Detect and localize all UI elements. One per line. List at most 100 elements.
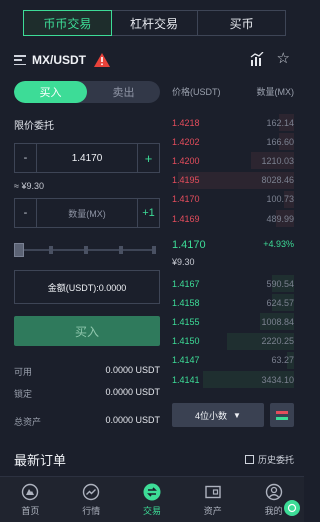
total-assets-label: 总资产	[14, 417, 42, 427]
price-cny-equivalent: ≈ ¥9.30	[14, 181, 44, 191]
orderbook-layout-toggle-icon[interactable]	[270, 403, 294, 427]
caret-down-icon: ▼	[233, 410, 241, 420]
percentage-slider[interactable]	[14, 238, 160, 262]
bid-price: 1.4150	[172, 336, 200, 347]
chart-icon[interactable]	[250, 52, 264, 66]
tab-spot-trading[interactable]: 币币交易	[23, 10, 112, 36]
bid-row[interactable]: 1.4150 2220.25	[172, 332, 294, 351]
bid-row[interactable]: 1.4158 624.57	[172, 293, 294, 312]
locked-value: 0.0000 USDT	[105, 387, 160, 397]
locked-balance-row: 锁定 0.0000 USDT	[14, 387, 160, 400]
precision-dropdown[interactable]: 4位小数 ▼	[172, 403, 264, 427]
locked-label: 锁定	[14, 389, 33, 399]
tab-buy-coin[interactable]: 买币	[198, 11, 285, 35]
nav-home-label: 首页	[21, 505, 40, 516]
bid-quantity: 1008.84	[261, 316, 294, 327]
ask-price: 1.4218	[172, 117, 200, 128]
ask-row[interactable]: 1.4218 162.14	[172, 113, 294, 132]
bid-row[interactable]: 1.4147 63.27	[172, 351, 294, 370]
price-decrease-button[interactable]: -	[15, 144, 37, 172]
pair-name[interactable]: MX/USDT	[32, 53, 86, 67]
favorite-star-icon[interactable]: ☆	[277, 51, 290, 67]
wallet-icon	[205, 485, 221, 498]
ask-row[interactable]: 1.4202 166.60	[172, 132, 294, 151]
order-history-link[interactable]: 历史委托	[244, 453, 294, 466]
bid-row[interactable]: 1.4141 3434.10	[172, 370, 294, 389]
ask-row[interactable]: 1.4169 489.99	[172, 209, 294, 228]
bottom-navigation: 首页 行情 交易 资产 我的	[0, 476, 304, 522]
nav-market[interactable]: 行情	[61, 477, 122, 522]
last-price: 1.4170	[172, 239, 206, 251]
trade-icon	[143, 483, 161, 500]
sell-tab[interactable]: 卖出	[87, 81, 160, 103]
bid-price: 1.4147	[172, 355, 200, 366]
price-stepper: - 1.4170 +	[14, 143, 160, 173]
market-icon	[82, 483, 100, 500]
orderbook-header: 价格(USDT) 数量(MX)	[172, 85, 294, 98]
nav-market-label: 行情	[82, 505, 101, 516]
price-increase-button[interactable]: +	[137, 144, 159, 172]
ask-row[interactable]: 1.4195 8028.46	[172, 171, 294, 190]
quantity-decrease-button[interactable]: -	[15, 199, 37, 227]
recent-orders-title: 最新订单	[14, 453, 67, 468]
profile-icon	[265, 483, 282, 500]
total-assets-row: 总资产 0.0000 USDT	[14, 415, 160, 428]
bid-quantity: 2220.25	[261, 336, 294, 347]
nav-profile-label: 我的	[264, 505, 283, 516]
bid-price: 1.4158	[172, 297, 200, 308]
ask-quantity: 100.73	[266, 194, 294, 205]
bid-row[interactable]: 1.4167 590.54	[172, 274, 294, 293]
quantity-input[interactable]: 数量(MX)	[37, 207, 137, 220]
available-balance-row: 可用 0.0000 USDT	[14, 365, 160, 378]
ask-price: 1.4169	[172, 213, 200, 224]
bid-quantity: 590.54	[266, 278, 294, 289]
bid-quantity: 63.27	[271, 355, 294, 366]
ask-price: 1.4200	[172, 155, 200, 166]
orderbook-price-header: 价格(USDT)	[172, 87, 221, 97]
precision-value: 4位小数	[195, 410, 228, 421]
bid-row[interactable]: 1.4155 1008.84	[172, 312, 294, 331]
available-value: 0.0000 USDT	[105, 365, 160, 375]
buy-tab[interactable]: 买入	[14, 81, 87, 103]
quantity-increase-button[interactable]: +1	[137, 199, 159, 227]
slider-handle[interactable]	[14, 243, 24, 257]
ask-price: 1.4170	[172, 194, 200, 205]
price-change: +4.93%	[263, 239, 294, 249]
quantity-stepper: - 数量(MX) +1	[14, 198, 160, 228]
amount-field[interactable]: 金额(USDT):0.0000	[14, 270, 160, 304]
ask-quantity: 162.14	[266, 117, 294, 128]
trade-mode-tabs: 币币交易 杠杆交易 买币	[23, 10, 286, 36]
bid-price: 1.4141	[172, 374, 200, 385]
warning-icon[interactable]	[94, 53, 110, 67]
nav-assets-label: 资产	[203, 505, 222, 516]
bid-quantity: 624.57	[266, 297, 294, 308]
ask-row[interactable]: 1.4170 100.73	[172, 190, 294, 209]
home-icon	[22, 483, 39, 500]
available-label: 可用	[14, 367, 33, 377]
bid-price: 1.4167	[172, 278, 200, 289]
nav-assets[interactable]: 资产	[182, 477, 243, 522]
tab-margin-trading[interactable]: 杠杆交易	[111, 11, 199, 35]
total-assets-value: 0.0000 USDT	[105, 415, 160, 425]
buy-sell-toggle: 买入 卖出	[14, 81, 160, 103]
ask-price: 1.4202	[172, 136, 200, 147]
nav-trade-label: 交易	[142, 505, 161, 516]
nav-trade[interactable]: 交易	[122, 477, 183, 522]
ask-quantity: 489.99	[266, 213, 294, 224]
buy-submit-button[interactable]: 买入	[14, 316, 160, 346]
chat-support-icon[interactable]	[284, 500, 300, 516]
last-price-cny: ¥9.30	[172, 257, 195, 267]
nav-home[interactable]: 首页	[0, 477, 61, 522]
menu-icon[interactable]	[14, 55, 26, 65]
ask-price: 1.4195	[172, 175, 200, 186]
ask-quantity: 1210.03	[261, 155, 294, 166]
ask-quantity: 166.60	[266, 136, 294, 147]
pair-header: MX/USDT ☆	[14, 50, 294, 70]
order-history-label: 历史委托	[257, 455, 294, 465]
bid-price: 1.4155	[172, 316, 200, 327]
price-input[interactable]: 1.4170	[37, 153, 137, 164]
order-type-label[interactable]: 限价委托	[14, 117, 54, 132]
ask-row[interactable]: 1.4200 1210.03	[172, 151, 294, 170]
orderbook-qty-header: 数量(MX)	[256, 87, 295, 97]
bid-quantity: 3434.10	[261, 374, 294, 385]
